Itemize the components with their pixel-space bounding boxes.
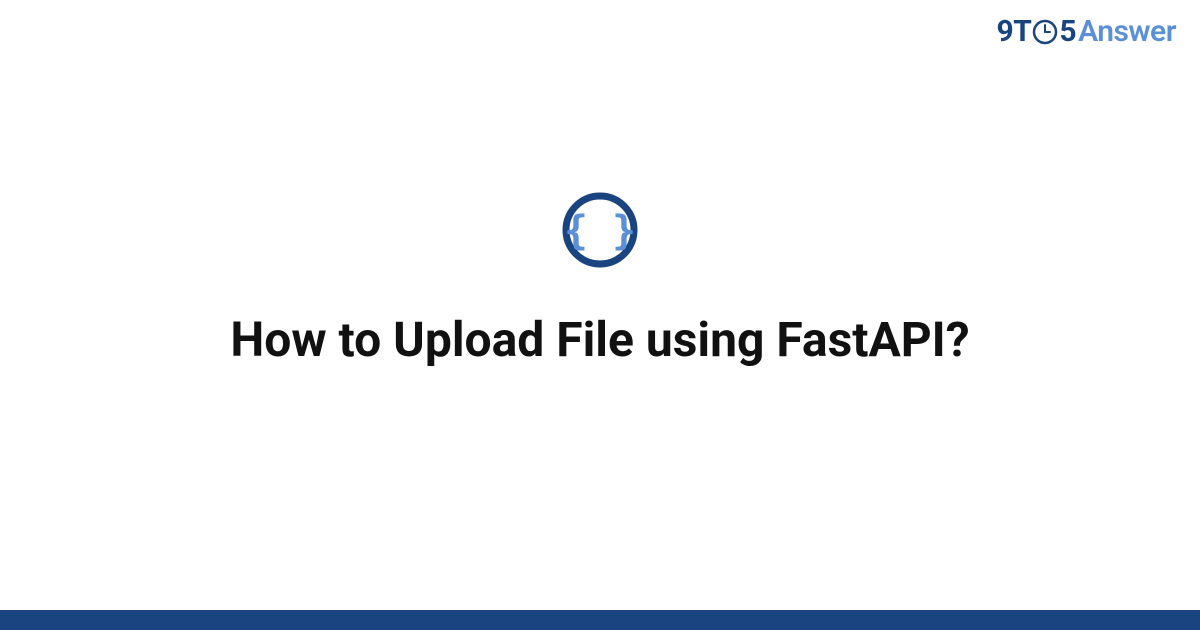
main-content: { } How to Upload File using FastAPI?: [0, 0, 1200, 630]
svg-text:{ }: { }: [564, 208, 636, 254]
footer-accent-bar: [0, 610, 1200, 630]
page-title: How to Upload File using FastAPI?: [230, 311, 969, 369]
braces-icon: { }: [561, 191, 639, 273]
